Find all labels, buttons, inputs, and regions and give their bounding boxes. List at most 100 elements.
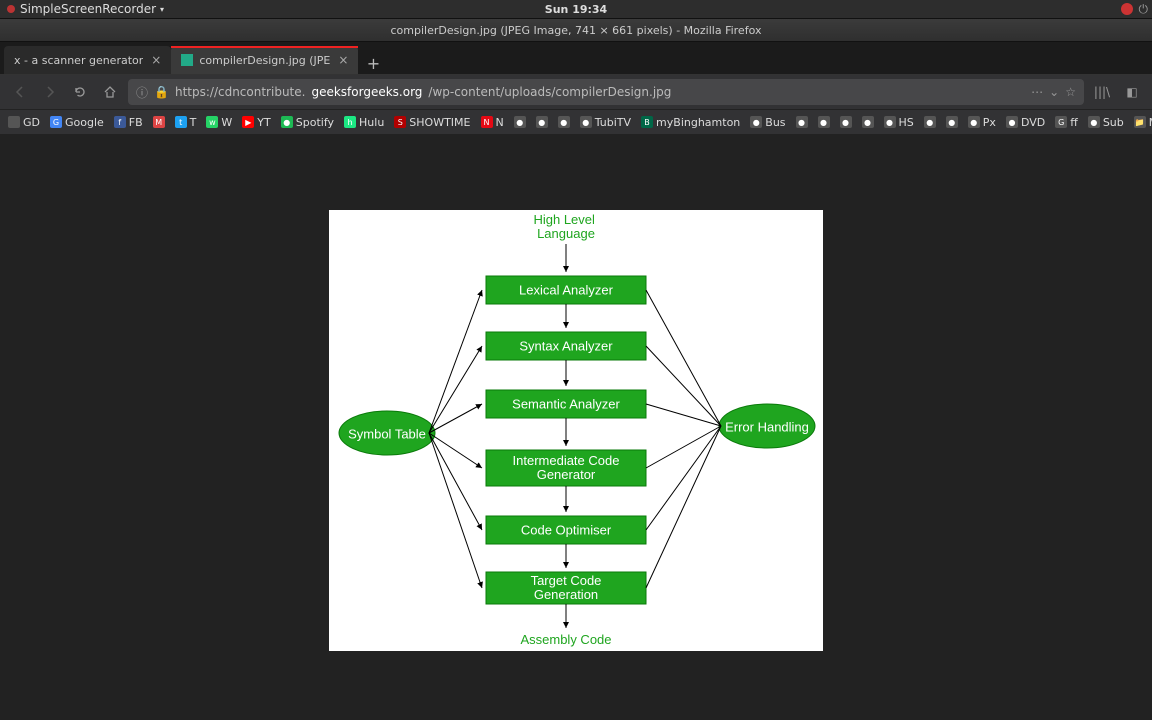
home-button[interactable] — [98, 80, 122, 104]
bookmark-favicon-icon: 📁 — [1134, 116, 1146, 128]
bookmark-favicon-icon: ● — [840, 116, 852, 128]
close-icon[interactable]: × — [338, 53, 348, 67]
bookmark-label: ff — [1070, 116, 1078, 129]
tab-compiler-design[interactable]: compilerDesign.jpg (JPE × — [171, 46, 358, 74]
bookmark-favicon-icon: ● — [1088, 116, 1100, 128]
library-icon[interactable]: |||\ — [1090, 80, 1114, 104]
lock-icon[interactable]: 🔒 — [154, 85, 169, 99]
new-tab-button[interactable]: + — [362, 52, 384, 74]
bookmark-item[interactable]: SSHOWTIME — [394, 116, 470, 129]
app-indicator[interactable]: SimpleScreenRecorder ▾ — [0, 2, 170, 16]
bookmark-item[interactable]: ● — [558, 116, 570, 128]
bookmark-label: myBinghamton — [656, 116, 740, 129]
image-compiler-design[interactable]: High Level Language Lexical AnalyzerSynt… — [329, 210, 823, 651]
diagram-bottom-label: Assembly Code — [520, 632, 611, 647]
page-actions-icon[interactable]: ⋯ — [1031, 85, 1043, 99]
bookmark-item[interactable]: BmyBinghamton — [641, 116, 740, 129]
bookmark-item[interactable]: 📁ML — [1134, 116, 1152, 129]
bookmark-favicon-icon: N — [481, 116, 493, 128]
bookmark-item[interactable]: ● — [862, 116, 874, 128]
bookmark-favicon-icon: ● — [514, 116, 526, 128]
forward-button[interactable] — [38, 80, 62, 104]
bookmark-favicon-icon: ● — [946, 116, 958, 128]
bookmark-item[interactable]: GGoogle — [50, 116, 104, 129]
bookmark-favicon-icon: ● — [580, 116, 592, 128]
url-suffix: /wp-content/uploads/compilerDesign.jpg — [428, 85, 671, 99]
bookmark-label: Px — [983, 116, 996, 129]
clock[interactable]: Sun 19:34 — [545, 3, 607, 16]
bookmark-item[interactable]: GD — [8, 116, 40, 129]
bookmark-favicon-icon: ● — [884, 116, 896, 128]
bookmark-favicon-icon: ● — [796, 116, 808, 128]
error-handling-label: Error Handling — [725, 419, 809, 434]
bookmark-favicon-icon — [8, 116, 20, 128]
pocket-icon[interactable]: ⌄ — [1049, 85, 1059, 99]
bookmark-favicon-icon: M — [153, 116, 165, 128]
bookmark-item[interactable]: ●Bus — [750, 116, 785, 129]
compiler-phases-diagram: High Level Language Lexical AnalyzerSynt… — [329, 210, 823, 651]
bookmark-favicon-icon: ● — [924, 116, 936, 128]
bookmark-item[interactable]: hHulu — [344, 116, 384, 129]
bookmark-item[interactable]: NN — [481, 116, 504, 129]
status-dot-icon[interactable] — [1121, 3, 1133, 15]
reload-button[interactable] — [68, 80, 92, 104]
bookmark-item[interactable]: ● — [796, 116, 808, 128]
bookmark-item[interactable]: ●TubiTV — [580, 116, 631, 129]
tab-label: compilerDesign.jpg (JPE — [199, 54, 330, 67]
bookmark-item[interactable]: ▶YT — [242, 116, 270, 129]
bookmark-favicon-icon: w — [206, 116, 218, 128]
bookmark-label: DVD — [1021, 116, 1045, 129]
url-domain: geeksforgeeks.org — [311, 85, 422, 99]
info-icon[interactable]: ⓘ — [136, 84, 148, 101]
bookmark-item[interactable]: fFB — [114, 116, 143, 129]
bookmark-label: SHOWTIME — [409, 116, 470, 129]
bookmark-label: T — [190, 116, 197, 129]
symbol-table-label: Symbol Table — [348, 426, 426, 441]
bookmark-favicon-icon: h — [344, 116, 356, 128]
bookmark-label: FB — [129, 116, 143, 129]
bookmark-item[interactable]: ●Spotify — [281, 116, 334, 129]
bookmark-favicon-icon: ● — [862, 116, 874, 128]
tab-strip: x - a scanner generator × compilerDesign… — [0, 42, 1152, 75]
tab-scanner-generator[interactable]: x - a scanner generator × — [4, 46, 171, 74]
bookmark-item[interactable]: ●DVD — [1006, 116, 1045, 129]
bookmark-favicon-icon: ● — [558, 116, 570, 128]
svg-text:Semantic Analyzer: Semantic Analyzer — [512, 396, 620, 411]
bookmark-favicon-icon: ● — [750, 116, 762, 128]
bookmark-favicon-icon: S — [394, 116, 406, 128]
bookmark-label: N — [496, 116, 504, 129]
bookmark-item[interactable]: ●Px — [968, 116, 996, 129]
bookmark-favicon-icon: ● — [818, 116, 830, 128]
bookmark-item[interactable]: ● — [514, 116, 526, 128]
bookmark-item[interactable]: Gff — [1055, 116, 1078, 129]
bookmark-item[interactable]: ● — [946, 116, 958, 128]
bookmark-item[interactable]: M — [153, 116, 165, 128]
bookmark-item[interactable]: ● — [536, 116, 548, 128]
nav-toolbar: ⓘ 🔒 https://cdncontribute.geeksforgeeks.… — [0, 75, 1152, 110]
url-bar[interactable]: ⓘ 🔒 https://cdncontribute.geeksforgeeks.… — [128, 79, 1084, 105]
bookmark-favicon-icon: ● — [536, 116, 548, 128]
bookmark-label: YT — [257, 116, 270, 129]
bookmark-item[interactable]: wW — [206, 116, 232, 129]
bookmark-item[interactable]: tT — [175, 116, 197, 129]
svg-text:Lexical Analyzer: Lexical Analyzer — [519, 282, 614, 297]
bookmark-item[interactable]: ●HS — [884, 116, 914, 129]
bookmark-favicon-icon: t — [175, 116, 187, 128]
close-icon[interactable]: × — [151, 53, 161, 67]
back-button[interactable] — [8, 80, 32, 104]
star-icon[interactable]: ☆ — [1065, 85, 1076, 99]
content-area[interactable]: High Level Language Lexical AnalyzerSynt… — [0, 135, 1152, 720]
bookmark-item[interactable]: ● — [840, 116, 852, 128]
bookmark-label: Sub — [1103, 116, 1124, 129]
sidebar-icon[interactable]: ◧ — [1120, 80, 1144, 104]
system-panel: SimpleScreenRecorder ▾ Sun 19:34 ⏻ — [0, 0, 1152, 19]
bookmark-item[interactable]: ●Sub — [1088, 116, 1124, 129]
power-icon[interactable]: ⏻ — [1139, 2, 1149, 17]
bookmark-label: W — [221, 116, 232, 129]
bookmark-label: GD — [23, 116, 40, 129]
bookmark-item[interactable]: ● — [818, 116, 830, 128]
bookmark-favicon-icon: G — [50, 116, 62, 128]
bookmark-label: Hulu — [359, 116, 384, 129]
bookmark-item[interactable]: ● — [924, 116, 936, 128]
bookmark-label: TubiTV — [595, 116, 631, 129]
